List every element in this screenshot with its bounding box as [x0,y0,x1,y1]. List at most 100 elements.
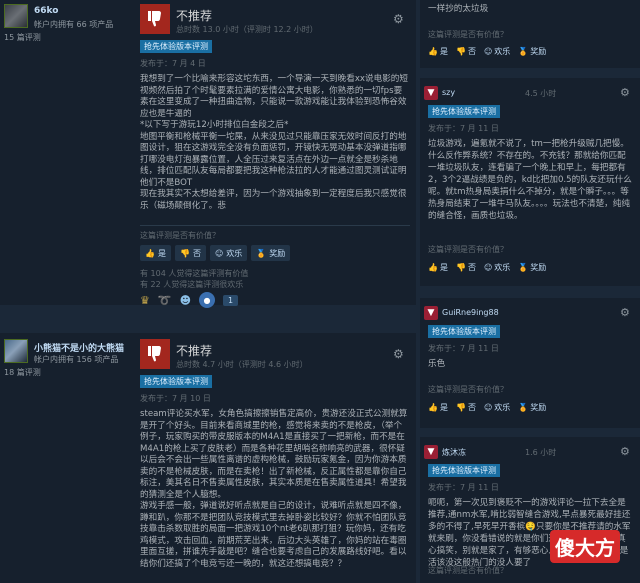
review-posted-date: 发布于：7 月 4 日 [140,59,206,68]
review-verdict: 不推荐 [176,344,213,358]
smiley-icon: ☺ [214,248,224,258]
vote-yes-button[interactable]: 👍 是 [140,245,171,261]
thumbs-down-icon: 👎 [455,263,466,272]
thumbs-down-icon: ▼ [424,445,438,459]
avatar[interactable] [4,4,28,28]
author-products-owned: 帐户内拥有 156 项产品 [34,355,119,364]
early-access-badge: 抢先体验版本评测 [428,464,500,477]
award-icon: 🏅 [518,47,529,56]
thumbs-up-icon: 👍 [428,403,438,412]
award-face-icon[interactable]: ☻ [180,294,191,307]
smiley-icon: ☺ [483,263,493,272]
review-posted-date: 发布于：7 月 11 日 [428,483,499,492]
award-crown-icon[interactable]: ♛ [140,294,150,307]
review-playtime: 4.5 小时 [525,89,557,98]
review-verdict: 不推荐 [176,9,213,23]
early-access-badge: 抢先体验版本评测 [428,105,500,118]
vote-funny-button[interactable]: ☺ 欢乐 [484,46,510,57]
award-label: 奖励 [530,47,547,56]
vote-no-button[interactable]: 👎 否 [456,402,476,413]
award-label: 奖励 [269,248,286,258]
author-review-count[interactable]: 15 篇评测 [4,32,41,43]
avatar[interactable] [4,339,28,363]
helpful-count: 有 104 人觉得这篇评测有价值 [140,269,249,278]
award-count: 1 [223,294,239,306]
early-access-badge: 抢先体验版本评测 [140,375,212,388]
review-card: ▼ GuiRne9ing88 ⚙ 抢先体验版本评测 发布于：7 月 11 日 乐… [420,298,640,428]
vote-no-label: 否 [192,248,201,258]
author-name[interactable]: 小熊猫不是小的大熊猫 [34,341,124,354]
early-access-badge: 抢先体验版本评测 [140,40,212,53]
award-pin-icon[interactable]: ● [199,292,216,308]
author-review-count[interactable]: 18 篇评测 [4,367,41,378]
award-label: 奖励 [530,403,547,412]
review-body: 垃圾游戏，遍氪就不说了，tm一把枪升级贼几把慢。什么反作弊系统？不存在的。不充钱… [428,139,632,221]
vote-yes-button[interactable]: 👍 是 [428,262,448,273]
vote-funny-label: 欢乐 [494,263,511,272]
vote-row: 👍 是 👎 否 ☺ 欢乐 🏅 奖励 [428,46,546,57]
review-body: 乐色 [428,359,446,369]
vote-funny-button[interactable]: ☺ 欢乐 [484,402,510,413]
review-playtime: 总时数 13.0 小时（评测时 12.2 小时） [176,25,318,34]
vote-row: 👍 是 👎 否 ☺ 欢乐 🏅 奖励 [428,402,546,413]
award-button[interactable]: 🏅 奖励 [518,402,546,413]
thumbs-up-icon: 👍 [428,47,438,56]
helpful-question: 这篇评测是否有价值？ [428,245,508,254]
award-icon: 🏅 [518,263,529,272]
vote-yes-button[interactable]: 👍 是 [428,402,448,413]
vote-funny-button[interactable]: ☺ 欢乐 [484,262,510,273]
helpful-question: 这篇评测是否有价值？ [428,30,508,39]
vote-no-button[interactable]: 👎 否 [174,245,206,261]
review-paragraph: 地图平衡和枪械平衡一坨屎，从来没见过只能靠压家无效时间反打的地图设计，狙在这游戏… [140,131,407,188]
award-button[interactable]: 🏅 奖励 [518,46,546,57]
author-name[interactable]: 炼沐冻 [442,447,466,458]
author-products-owned: 帐户内拥有 66 项产品 [34,20,114,29]
gear-icon[interactable]: ⚙ [393,12,404,26]
author-name[interactable]: szy [442,88,455,97]
thumbs-down-icon: 👎 [179,248,190,258]
helpful-question: 这篇评测是否有价值？ [140,231,220,240]
vote-no-button[interactable]: 👎 否 [456,262,476,273]
review-playtime: 1.6 小时 [525,448,557,457]
vote-no-label: 否 [467,403,476,412]
thumbs-down-icon: 👎 [455,47,466,56]
watermark: 傻大方 [550,530,620,563]
review-paragraph: 游戏手感一般，弹道说好听点就是自己的设计，说难听点就是四不像，蹲和趴，你那不是把… [140,501,407,569]
review-snippet: 一样抄的太垃圾 [428,4,489,14]
author-name[interactable]: 66ko [34,6,58,16]
review-card: 一样抄的太垃圾 这篇评测是否有价值？ 👍 是 👎 否 ☺ 欢乐 🏅 奖励 [420,0,640,68]
funny-count: 有 22 人觉得这篇评测很欢乐 [140,280,244,289]
thumbs-down-icon: ▼ [424,86,438,100]
vote-no-button[interactable]: 👎 否 [456,46,476,57]
gear-icon[interactable]: ⚙ [620,86,630,99]
vote-funny-label: 欢乐 [226,248,243,258]
award-hand-icon[interactable]: ➰ [158,294,172,307]
vote-yes-label: 是 [157,248,166,258]
vote-row: 👍 是 👎 否 ☺ 欢乐 🏅 奖励 [140,245,291,261]
thumbs-up-icon: 👍 [428,263,438,272]
vote-yes-label: 是 [439,263,448,272]
gear-icon[interactable]: ⚙ [393,347,404,361]
early-access-badge: 抢先体验版本评测 [428,325,500,338]
review-posted-date: 发布于：7 月 11 日 [428,124,499,133]
vote-funny-button[interactable]: ☺ 欢乐 [209,245,248,261]
review-card: 66ko 帐户内拥有 66 项产品 15 篇评测 不推荐 总时数 13.0 小时… [0,0,416,308]
gear-icon[interactable]: ⚙ [620,306,630,319]
helpful-question: 这篇评测是否有价值？ [428,385,508,394]
award-button[interactable]: 🏅 奖励 [518,262,546,273]
thumbs-down-icon: ▼ [424,306,438,320]
award-icon: 🏅 [518,403,529,412]
award-label: 奖励 [530,263,547,272]
thumbs-down-icon [140,4,170,34]
vote-funny-label: 欢乐 [494,47,511,56]
review-paragraph: *以下写于游玩12小时排位白金段之后* [140,120,289,130]
award-button[interactable]: 🏅 奖励 [251,245,291,261]
gear-icon[interactable]: ⚙ [620,445,630,458]
author-name[interactable]: GuiRne9ing88 [442,308,499,317]
review-card: 小熊猫不是小的大熊猫 帐户内拥有 156 项产品 18 篇评测 不推荐 总时数 … [0,333,416,583]
smiley-icon: ☺ [483,403,493,412]
smiley-icon: ☺ [483,47,493,56]
divider [140,225,410,226]
vote-funny-label: 欢乐 [494,403,511,412]
vote-yes-button[interactable]: 👍 是 [428,46,448,57]
